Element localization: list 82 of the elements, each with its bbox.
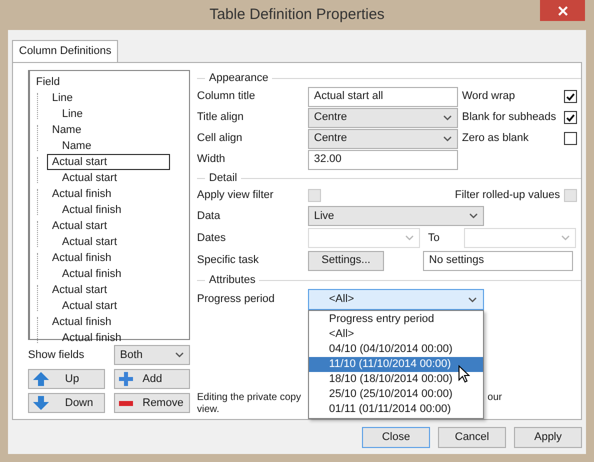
pointer-icon bbox=[458, 365, 470, 383]
dropdown-option[interactable]: 18/10 (18/10/2014 00:00) bbox=[309, 372, 483, 387]
tree-item[interactable]: Actual finish bbox=[47, 186, 122, 202]
window-title: Table Definition Properties bbox=[209, 4, 385, 25]
arrow-down-icon bbox=[33, 396, 49, 410]
tree-item[interactable]: Actual start bbox=[47, 298, 118, 314]
tree-item[interactable]: Actual start bbox=[47, 234, 118, 250]
section-title: Appearance bbox=[209, 70, 268, 86]
tree-item[interactable]: Actual start bbox=[47, 282, 118, 298]
note-text: Editing the private copy bbox=[197, 392, 301, 404]
checkmark-icon bbox=[566, 114, 575, 122]
text-field[interactable]: Actual start all bbox=[308, 86, 458, 106]
list-button[interactable]: Remove bbox=[114, 393, 190, 413]
chevron-down-icon bbox=[175, 352, 184, 358]
dialog-button[interactable]: Apply bbox=[514, 427, 582, 448]
tree-item[interactable]: Actual finish bbox=[47, 330, 122, 346]
list-button[interactable]: Up bbox=[28, 369, 104, 389]
section-title: Attributes bbox=[209, 272, 256, 288]
chevron-down-icon bbox=[405, 235, 414, 241]
dropdown-option[interactable]: <All> bbox=[309, 327, 483, 342]
checkbox[interactable] bbox=[564, 90, 577, 103]
note-text: view. bbox=[197, 404, 220, 415]
tree-item[interactable]: Name bbox=[47, 122, 92, 138]
section-title: Detail bbox=[209, 170, 238, 186]
field-label: Column title bbox=[197, 89, 256, 104]
dialog-button[interactable]: Close bbox=[362, 427, 430, 448]
field-label: Cell align bbox=[197, 131, 244, 146]
checkbox[interactable] bbox=[564, 132, 577, 145]
tree-item[interactable]: Actual finish bbox=[47, 314, 122, 330]
tree-item[interactable]: Actual start bbox=[47, 218, 118, 234]
tree-item[interactable]: Line bbox=[47, 106, 83, 122]
dialog-button[interactable]: Cancel bbox=[438, 427, 506, 448]
field-label: Width bbox=[197, 152, 226, 168]
tree-item[interactable]: Actual start bbox=[47, 170, 118, 186]
list-button[interactable]: Down bbox=[28, 393, 104, 413]
dropdown-option[interactable]: 04/10 (04/10/2014 00:00) bbox=[309, 342, 483, 357]
tree-item[interactable]: Line bbox=[47, 90, 83, 106]
chevron-down-icon bbox=[469, 213, 478, 219]
field-label: Show fields bbox=[28, 348, 84, 363]
tree-item[interactable]: Name bbox=[47, 138, 92, 154]
field-label: Specific task bbox=[197, 253, 260, 268]
show-fields-dropdown[interactable]: Both bbox=[114, 345, 190, 365]
text-field[interactable]: 32.00 bbox=[308, 150, 458, 170]
checkbox-label: Blank for subheads bbox=[462, 110, 556, 126]
data-dropdown[interactable]: Live bbox=[308, 206, 484, 226]
note-text: our bbox=[488, 392, 502, 404]
text-field[interactable]: No settings bbox=[423, 250, 573, 270]
list-button[interactable]: Add bbox=[114, 369, 190, 389]
tree-item[interactable]: Actual finish bbox=[47, 266, 122, 282]
field-label: To bbox=[427, 230, 441, 246]
align-dropdown[interactable]: Centre bbox=[308, 128, 458, 148]
progress-period-dropdown[interactable]: <All> bbox=[308, 289, 484, 310]
settings-button[interactable]: Settings... bbox=[308, 250, 384, 270]
field-label: Apply view filter bbox=[197, 188, 274, 204]
chevron-down-icon bbox=[443, 136, 452, 142]
tree-item[interactable]: Actual finish bbox=[47, 202, 122, 218]
tab[interactable]: Column Definitions bbox=[12, 40, 118, 62]
chevron-down-icon bbox=[561, 235, 570, 241]
tree-item[interactable]: Actual finish bbox=[47, 250, 122, 266]
checkbox-label: Word wrap bbox=[462, 89, 515, 104]
checkbox-label: Zero as blank bbox=[462, 131, 529, 146]
tree-item[interactable]: Actual start bbox=[47, 154, 170, 170]
dropdown-option[interactable]: 25/10 (25/10/2014 00:00) bbox=[309, 387, 483, 402]
field-label: Data bbox=[197, 208, 222, 224]
chevron-down-icon bbox=[443, 114, 452, 120]
arrow-up-icon bbox=[33, 372, 49, 386]
minus-icon bbox=[118, 400, 132, 406]
field-label: Title align bbox=[197, 110, 245, 126]
close-icon bbox=[558, 6, 568, 16]
checkmark-icon bbox=[566, 92, 575, 100]
checkbox[interactable] bbox=[564, 111, 577, 124]
plus-icon bbox=[118, 372, 132, 386]
field-label: Dates bbox=[197, 230, 227, 246]
dropdown-option[interactable]: 11/10 (11/10/2014 00:00) bbox=[309, 357, 483, 372]
tree-header: Field bbox=[36, 75, 61, 90]
dropdown-option[interactable]: 01/11 (01/11/2014 00:00) bbox=[309, 402, 483, 417]
chevron-down-icon bbox=[468, 296, 477, 302]
close-button[interactable] bbox=[540, 0, 585, 21]
dropdown-option[interactable]: Progress entry period bbox=[309, 312, 483, 327]
align-dropdown[interactable]: Centre bbox=[308, 108, 458, 128]
field-label: Progress period bbox=[197, 292, 276, 307]
checkbox-label: Filter rolled-up values bbox=[454, 188, 560, 204]
